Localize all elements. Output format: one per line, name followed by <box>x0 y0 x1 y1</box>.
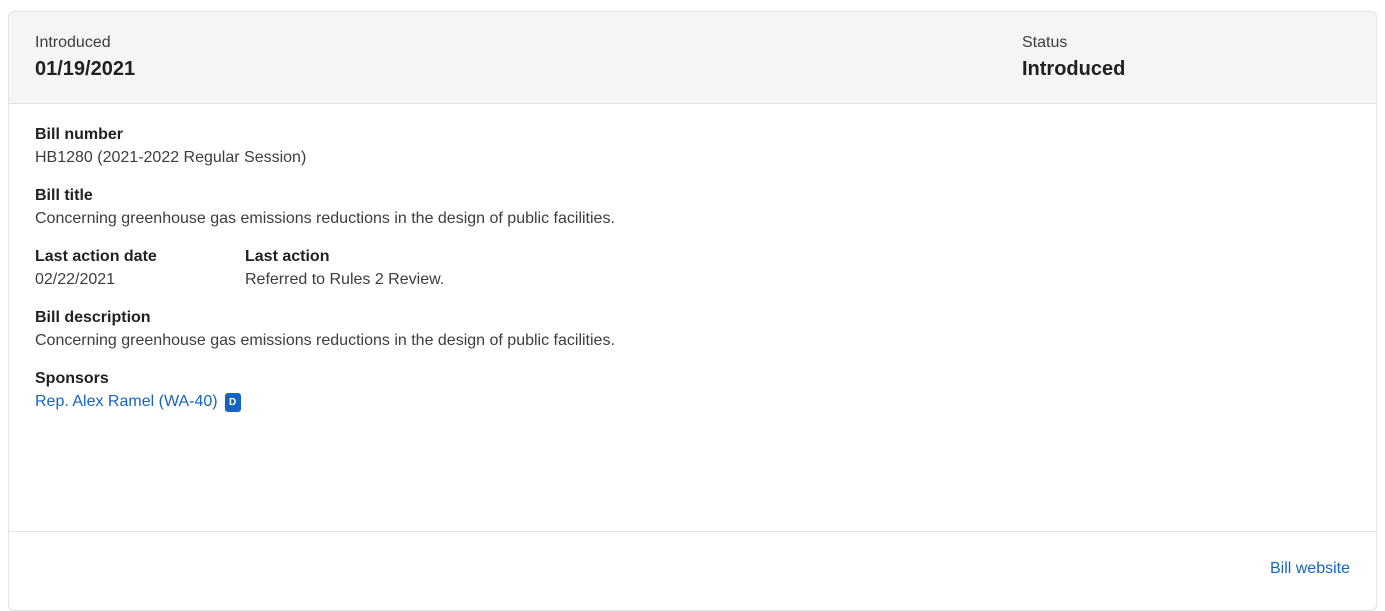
bill-title-label: Bill title <box>35 187 93 204</box>
introduced-block: Introduced 01/19/2021 <box>35 33 135 82</box>
bill-website-link[interactable]: Bill website <box>1270 558 1350 580</box>
bill-description-field: Bill description Concerning greenhouse g… <box>35 307 1350 352</box>
bill-description-value: Concerning greenhouse gas emissions redu… <box>35 332 615 349</box>
last-action-field: Last action Referred to Rules 2 Review. <box>245 246 444 291</box>
bill-details: Bill number HB1280 (2021-2022 Regular Se… <box>9 104 1376 532</box>
bill-title-value: Concerning greenhouse gas emissions redu… <box>35 210 615 227</box>
last-action-date-value: 02/22/2021 <box>35 271 116 288</box>
bill-card-footer: Bill website <box>9 532 1376 610</box>
introduced-label: Introduced <box>35 34 111 51</box>
bill-description-label: Bill description <box>35 309 151 326</box>
status-value: Introduced <box>1022 58 1126 80</box>
last-action-label: Last action <box>245 248 330 265</box>
bill-card: Introduced 01/19/2021 Status Introduced … <box>8 11 1377 611</box>
last-action-value: Referred to Rules 2 Review. <box>245 271 445 288</box>
introduced-date: 01/19/2021 <box>35 58 136 80</box>
sponsor-item: Rep. Alex Ramel (WA-40) D <box>35 391 1350 413</box>
last-action-date-field: Last action date 02/22/2021 <box>35 246 245 291</box>
bill-number-label: Bill number <box>35 126 124 143</box>
status-label: Status <box>1022 34 1068 51</box>
bill-card-header: Introduced 01/19/2021 Status Introduced <box>9 12 1376 104</box>
last-action-row: Last action date 02/22/2021 Last action … <box>35 246 1350 291</box>
last-action-date-label: Last action date <box>35 248 157 265</box>
bill-number-value: HB1280 (2021-2022 Regular Session) <box>35 149 307 166</box>
sponsors-label: Sponsors <box>35 370 109 387</box>
status-block: Status Introduced <box>1022 33 1125 82</box>
sponsor-link[interactable]: Rep. Alex Ramel (WA-40) <box>35 391 218 413</box>
sponsors-field: Sponsors Rep. Alex Ramel (WA-40) D <box>35 368 1350 413</box>
party-badge-democrat: D <box>224 392 241 412</box>
bill-number-field: Bill number HB1280 (2021-2022 Regular Se… <box>35 124 1350 169</box>
bill-title-field: Bill title Concerning greenhouse gas emi… <box>35 185 1350 230</box>
